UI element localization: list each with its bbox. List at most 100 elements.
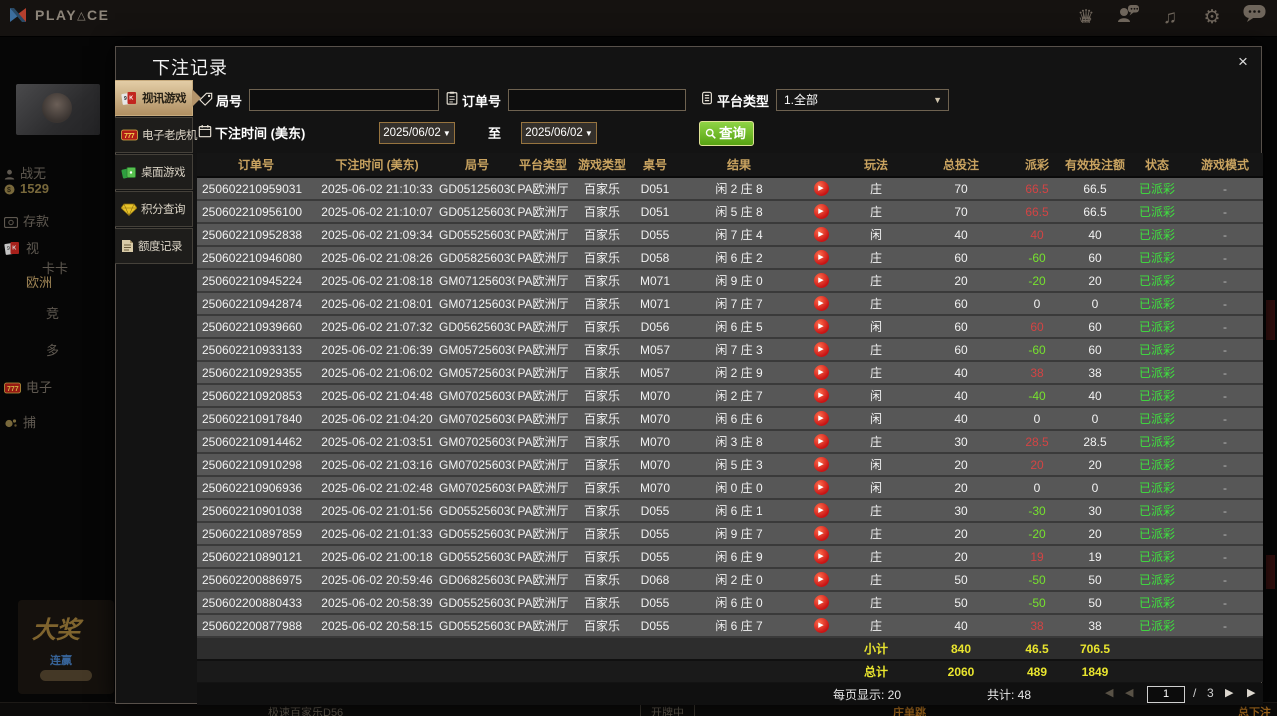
cell-table-no: D055 (633, 591, 677, 615)
music-icon[interactable]: ♫ (1157, 3, 1183, 33)
sidebar-item-points[interactable]: 积分查询 (115, 191, 193, 227)
sidebar-item-slots[interactable]: 777 电子老虎机 (115, 117, 198, 153)
cell-time: 2025-06-02 21:08:01 (315, 292, 439, 316)
chevron-down-icon: ▼ (933, 95, 942, 105)
replay-button[interactable]: ▶ (813, 480, 829, 496)
cell-total-bet: 20 (911, 453, 1011, 477)
bg-sliver (1266, 555, 1275, 589)
cell-result: 闲 9 庄 0 (677, 269, 801, 293)
cell-round: GD0582560301V (439, 246, 515, 270)
replay-button[interactable]: ▶ (813, 549, 829, 565)
cell-time: 2025-06-02 21:07:32 (315, 315, 439, 339)
first-page-icon[interactable]: ◀ (1105, 686, 1113, 699)
date-from-picker[interactable]: 2025/06/02 ▼ (379, 122, 455, 144)
cell-table-no: D055 (633, 545, 677, 569)
replay-button[interactable]: ▶ (813, 296, 829, 312)
cell-valid-bet: 30 (1063, 499, 1127, 523)
cell-game-mode: - (1187, 476, 1263, 500)
close-icon[interactable]: × (1234, 52, 1252, 72)
table-row: 250602200877988 2025-06-02 20:58:15 GD0552… (197, 614, 1263, 638)
replay-button[interactable]: ▶ (813, 503, 829, 519)
replay-button[interactable]: ▶ (813, 273, 829, 289)
cell-bet-side: 庄 (841, 499, 911, 523)
col-header: 结果 (677, 153, 801, 178)
cell-game-mode: - (1187, 269, 1263, 293)
cell-order: 250602210952838 (197, 223, 315, 247)
replay-button[interactable]: ▶ (813, 434, 829, 450)
page-input[interactable]: 1 (1147, 686, 1185, 703)
replay-button[interactable]: ▶ (813, 365, 829, 381)
support-icon[interactable] (1115, 3, 1141, 33)
replay-button[interactable]: ▶ (813, 457, 829, 473)
table-row: 250602210939660 2025-06-02 21:07:32 GD0562… (197, 315, 1263, 339)
cell-round: GD0682560302E (439, 568, 515, 592)
table-row: 250602200886975 2025-06-02 20:59:46 GD0682… (197, 568, 1263, 592)
cell-payout: 28.5 (1011, 430, 1063, 454)
cell-platform: PA欧洲厅 (515, 200, 571, 224)
sidebar-item-table-games[interactable]: 桌面游戏 (115, 154, 193, 190)
date-to-picker[interactable]: 2025/06/02 ▼ (521, 122, 597, 144)
next-page-icon[interactable]: ▶ (1225, 686, 1233, 699)
cell-result: 闲 2 庄 7 (677, 384, 801, 408)
cell-platform: PA欧洲厅 (515, 568, 571, 592)
cell-bet-side: 庄 (841, 545, 911, 569)
cell-bet-side: 庄 (841, 591, 911, 615)
replay-button[interactable]: ▶ (813, 411, 829, 427)
cell-platform: PA欧洲厅 (515, 246, 571, 270)
replay-button[interactable]: ▶ (813, 342, 829, 358)
cell-round: GD0552560302S (439, 223, 515, 247)
table-row: 250602210917840 2025-06-02 21:04:20 GM0702… (197, 407, 1263, 431)
svg-text:9: 9 (7, 246, 10, 252)
cell-table-no: M057 (633, 361, 677, 385)
replay-button[interactable]: ▶ (813, 319, 829, 335)
cell-game-type: 百家乐 (571, 246, 633, 270)
cell-round: GM0702560302R (439, 430, 515, 454)
cell-replay: ▶ (801, 476, 841, 500)
cell-payout: -50 (1011, 591, 1063, 615)
replay-button[interactable]: ▶ (813, 595, 829, 611)
replay-button[interactable]: ▶ (813, 181, 829, 197)
cell-order: 250602210956100 (197, 200, 315, 224)
settings-icon[interactable]: ⚙ (1199, 3, 1225, 33)
page-slash: / (1193, 686, 1197, 700)
cell-bet-side: 庄 (841, 361, 911, 385)
top-bar: PLAY△CE ♛ VIP ♫ ⚙ (0, 0, 1277, 37)
cell-order: 250602200880433 (197, 591, 315, 615)
query-button[interactable]: 查询 (699, 121, 754, 146)
total-label: 小计 (841, 637, 911, 661)
cell-status: 已派彩 (1127, 384, 1187, 408)
chat-icon[interactable] (1241, 3, 1267, 33)
sidebar-item-quota-records[interactable]: 额度记录 (115, 228, 193, 264)
order-input[interactable] (508, 89, 686, 111)
cell-time: 2025-06-02 20:59:46 (315, 568, 439, 592)
last-page-icon[interactable]: ▶ (1247, 686, 1255, 699)
cell-payout: 60 (1011, 315, 1063, 339)
cell-result: 闲 6 庄 9 (677, 545, 801, 569)
cell-table-no: D055 (633, 223, 677, 247)
platform-select[interactable]: 1.全部 ▼ (776, 89, 949, 111)
sidebar-item-video-games[interactable]: 9 K 视讯游戏 (115, 80, 201, 116)
cell-valid-bet: 38 (1063, 614, 1127, 638)
replay-button[interactable]: ▶ (813, 388, 829, 404)
round-input[interactable] (249, 89, 439, 111)
cell-time: 2025-06-02 20:58:15 (315, 614, 439, 638)
screen: PLAY△CE ♛VIP♫⚙ 战无$1529存款9K视卡卡欧洲竞多777电子捕$… (0, 0, 1277, 716)
cell-total-bet: 30 (911, 430, 1011, 454)
cell-game-type: 百家乐 (571, 545, 633, 569)
replay-button[interactable]: ▶ (813, 526, 829, 542)
cell-payout: -40 (1011, 384, 1063, 408)
bet-records-modal: 下注记录 × 9 K 视讯游戏 777 电子老虎机 桌面游戏 积分查询 额度记录 局号 订单号… (115, 46, 1263, 705)
replay-button[interactable]: ▶ (813, 250, 829, 266)
cell-game-mode: - (1187, 338, 1263, 362)
replay-button[interactable]: ▶ (813, 204, 829, 220)
cell-total-bet: 60 (911, 246, 1011, 270)
cell-result: 闲 2 庄 0 (677, 568, 801, 592)
replay-button[interactable]: ▶ (813, 618, 829, 634)
vip-icon[interactable]: ♛ VIP (1073, 3, 1099, 33)
prev-page-icon[interactable]: ◀ (1125, 686, 1133, 699)
cell-bet-side: 庄 (841, 568, 911, 592)
replay-button[interactable]: ▶ (813, 227, 829, 243)
cell-payout: 40 (1011, 223, 1063, 247)
replay-button[interactable]: ▶ (813, 572, 829, 588)
cell-game-mode: - (1187, 200, 1263, 224)
